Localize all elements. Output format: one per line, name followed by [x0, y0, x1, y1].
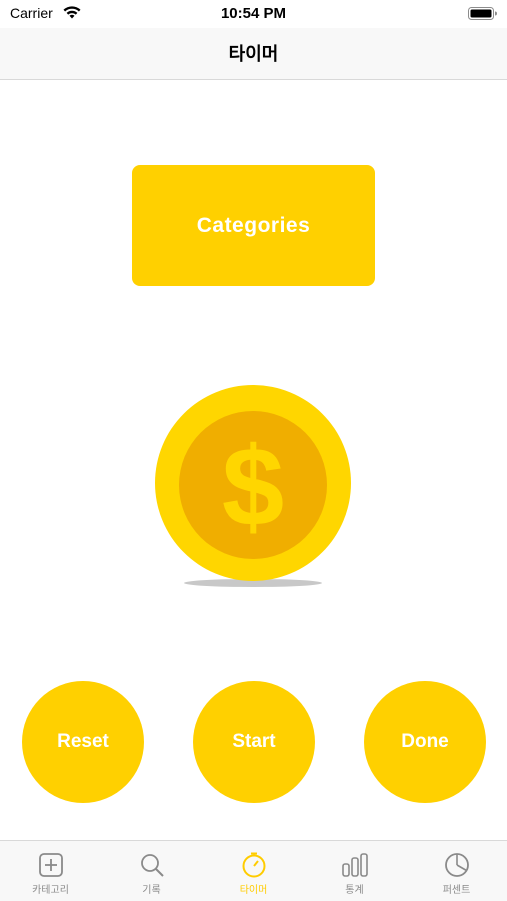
tab-bar: 카테고리 기록 타이머 통계 퍼센트 — [0, 840, 507, 901]
tab-percent[interactable]: 퍼센트 — [406, 841, 507, 901]
coin-symbol: $ — [222, 424, 284, 549]
categories-button[interactable]: Categories — [132, 165, 375, 286]
tab-label: 타이머 — [239, 885, 268, 896]
start-button[interactable]: Start — [193, 681, 315, 803]
tab-label: 통계 — [345, 885, 364, 896]
page-title: 타이머 — [228, 44, 279, 64]
tab-label: 퍼센트 — [442, 885, 471, 896]
bar-chart-icon — [341, 853, 368, 877]
status-time: 10:54 PM — [220, 5, 287, 22]
tab-categories[interactable]: 카테고리 — [0, 841, 101, 901]
done-button-label: Done — [401, 731, 449, 752]
tab-label: 기록 — [142, 885, 161, 896]
categories-button-label: Categories — [196, 213, 311, 237]
tab-timer[interactable]: 타이머 — [203, 841, 304, 901]
done-button[interactable]: Done — [364, 681, 486, 803]
search-icon — [140, 854, 164, 877]
start-button-label: Start — [232, 731, 276, 752]
nav-bar: 타이머 — [0, 28, 507, 80]
reset-button[interactable]: Reset — [22, 681, 144, 803]
reset-button-label: Reset — [57, 731, 109, 752]
pie-chart-icon — [444, 853, 469, 877]
tab-records[interactable]: 기록 — [101, 841, 202, 901]
timer-icon — [242, 852, 265, 878]
plus-square-icon — [38, 853, 63, 877]
battery-icon — [468, 7, 497, 20]
tab-label: 카테고리 — [32, 885, 69, 896]
coin-icon: $ — [155, 385, 351, 587]
status-bar: Carrier 10:54 PM — [0, 0, 507, 28]
tab-statistics[interactable]: 통계 — [304, 841, 405, 901]
